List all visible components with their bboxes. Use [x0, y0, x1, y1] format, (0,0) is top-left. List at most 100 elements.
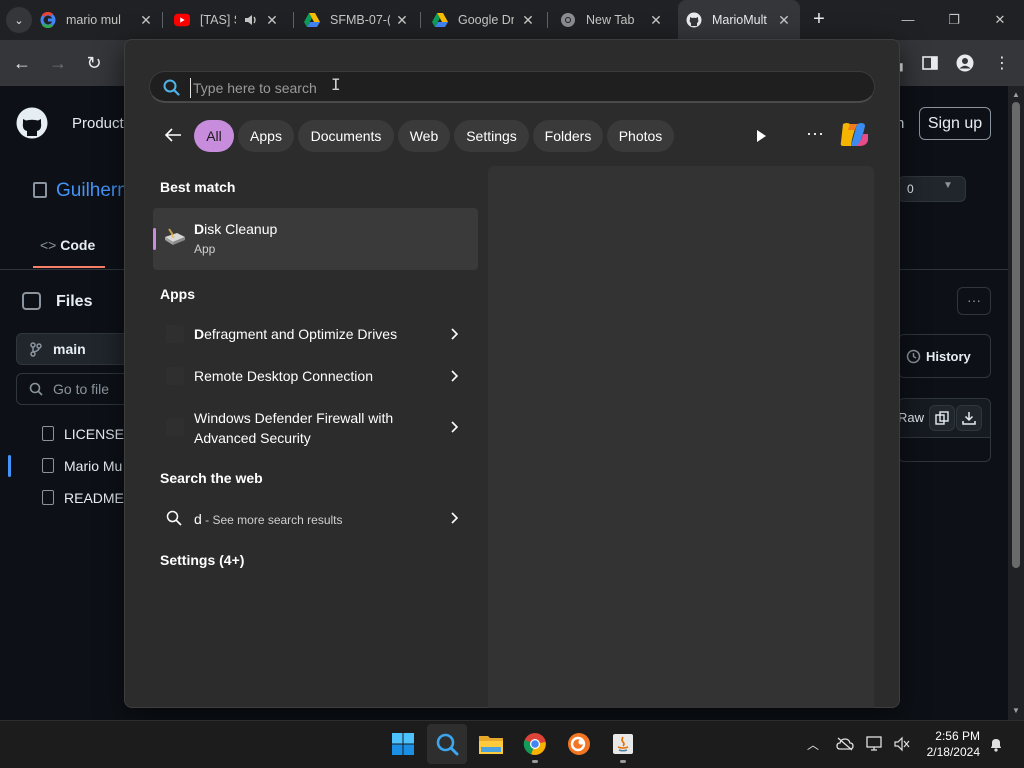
chevron-right-icon[interactable] — [449, 327, 459, 341]
volume-tray-icon[interactable] — [893, 735, 911, 753]
scrollbar-thumb[interactable] — [1012, 102, 1020, 568]
forward-button[interactable]: → — [47, 52, 69, 74]
chevron-down-icon: ⌄ — [14, 14, 24, 27]
search-input[interactable] — [190, 78, 750, 98]
play-icon[interactable] — [752, 126, 770, 146]
close-window-button[interactable]: ✕ — [990, 10, 1010, 30]
close-icon[interactable]: ✕ — [776, 12, 792, 28]
download-button[interactable] — [956, 405, 982, 431]
close-icon[interactable]: ✕ — [648, 12, 664, 28]
web-search-suffix: - See more search results — [201, 513, 343, 527]
filter-all[interactable]: All — [194, 120, 234, 152]
best-match-heading: Best match — [160, 179, 236, 195]
restore-button[interactable]: ❐ — [944, 10, 964, 30]
taskbar-java[interactable] — [603, 724, 643, 764]
new-tab-button[interactable]: + — [808, 9, 830, 31]
taskbar-file-explorer[interactable] — [471, 724, 511, 764]
taskbar-chrome[interactable] — [515, 724, 555, 764]
filter-settings[interactable]: Settings — [454, 120, 529, 152]
profile-button[interactable] — [954, 52, 976, 74]
taskbar-crunchyroll[interactable] — [559, 724, 599, 764]
browser-tab[interactable]: SFMB-07-( ✕ — [304, 0, 418, 40]
filter-photos[interactable]: Photos — [607, 120, 674, 152]
filter-documents[interactable]: Documents — [298, 120, 394, 152]
chevron-right-icon[interactable] — [449, 369, 459, 383]
scroll-down-icon[interactable]: ▼ — [1011, 706, 1021, 715]
app-result-firewall[interactable]: Windows Defender Firewall with Advanced … — [153, 400, 478, 456]
nav-product[interactable]: Product — [72, 115, 124, 132]
filter-web[interactable]: Web — [398, 120, 450, 152]
back-button[interactable]: ← — [11, 52, 33, 74]
minimize-button[interactable]: — — [898, 10, 918, 30]
tab-title: MarioMult — [712, 13, 767, 27]
close-icon[interactable]: ✕ — [394, 12, 410, 28]
file-tree-item[interactable]: README.r — [64, 490, 132, 506]
copilot-icon[interactable] — [837, 120, 871, 152]
star-button[interactable]: 0 ▼ — [898, 176, 966, 202]
close-icon[interactable]: ✕ — [264, 12, 280, 28]
browser-tab[interactable]: [TAS] S ✕ — [174, 0, 294, 40]
app-result-remote-desktop[interactable]: Remote Desktop Connection — [153, 358, 478, 394]
browser-tab-active[interactable]: MarioMult ✕ — [678, 0, 800, 40]
app-result-label: Defragment and Optimize Drives — [194, 326, 398, 342]
branch-selector[interactable]: main — [16, 333, 136, 365]
tab-title: New Tab — [586, 13, 635, 27]
raw-button[interactable]: Raw — [898, 410, 924, 425]
close-icon: ✕ — [994, 12, 1006, 27]
best-match-result[interactable] — [153, 208, 478, 270]
more-options-button[interactable]: ··· — [957, 287, 991, 315]
arrow-right-icon: → — [49, 53, 67, 73]
sidebar-collapse-icon[interactable] — [22, 292, 41, 310]
best-match-type: App — [194, 242, 216, 256]
chrome-menu-button[interactable]: ⋮ — [991, 52, 1013, 74]
start-button[interactable] — [383, 724, 423, 764]
back-button[interactable] — [160, 122, 186, 148]
repo-owner-link[interactable]: Guilherm — [56, 180, 126, 202]
filter-apps[interactable]: Apps — [238, 120, 294, 152]
browser-tab[interactable]: New Tab ✕ — [560, 0, 672, 40]
browser-tab[interactable]: Google Dr ✕ — [432, 0, 544, 40]
settings-heading[interactable]: Settings (4+) — [160, 552, 244, 568]
github-logo-icon[interactable] — [16, 107, 48, 139]
filter-folders[interactable]: Folders — [533, 120, 603, 152]
windows-start-icon — [392, 733, 414, 755]
file-tree-item[interactable]: Mario Mu — [64, 458, 122, 474]
history-button[interactable]: History — [898, 334, 991, 378]
clock-date[interactable]: 2/18/2024 — [916, 745, 980, 759]
reload-button[interactable]: ↻ — [83, 52, 105, 74]
network-tray-icon[interactable] — [866, 735, 884, 753]
close-icon[interactable]: ✕ — [138, 12, 154, 28]
chevron-right-icon[interactable] — [449, 511, 459, 525]
side-panel-button[interactable] — [919, 52, 941, 74]
scroll-up-icon[interactable]: ▲ — [1011, 90, 1021, 99]
onedrive-tray-icon[interactable] — [836, 735, 854, 753]
app-result-defragment[interactable]: Defragment and Optimize Drives — [153, 316, 478, 352]
more-options-icon[interactable]: ··· — [803, 124, 827, 146]
tab-search-button[interactable]: ⌄ — [6, 7, 32, 33]
file-tree-item[interactable]: LICENSE — [64, 426, 124, 442]
show-hidden-icons-button[interactable]: ︿ — [804, 735, 822, 753]
tab-title: [TAS] S — [200, 13, 236, 27]
file-body — [898, 438, 991, 462]
star-count: 0 — [907, 182, 914, 196]
chrome-icon — [560, 12, 576, 28]
running-indicator — [532, 760, 538, 763]
google-icon — [40, 12, 56, 28]
go-to-file-input[interactable]: Go to file — [16, 373, 136, 405]
chevron-right-icon[interactable] — [449, 420, 459, 434]
signup-button[interactable]: Sign up — [919, 107, 991, 140]
more-vert-icon: ⋮ — [994, 55, 1010, 72]
copy-button[interactable] — [929, 405, 955, 431]
notification-button[interactable] — [987, 735, 1005, 753]
profile-icon — [956, 54, 974, 72]
tab-title: mario mul — [66, 13, 121, 27]
tab-code[interactable]: <> Code — [40, 237, 95, 253]
browser-tab[interactable]: mario mul ✕ — [40, 0, 162, 40]
clock-time[interactable]: 2:56 PM — [928, 729, 980, 743]
close-icon[interactable]: ✕ — [520, 12, 536, 28]
file-icon — [42, 458, 54, 473]
firewall-icon — [166, 418, 184, 436]
speaker-icon[interactable] — [243, 12, 259, 28]
taskbar-search-button[interactable] — [427, 724, 467, 764]
search-web-heading: Search the web — [160, 470, 263, 486]
